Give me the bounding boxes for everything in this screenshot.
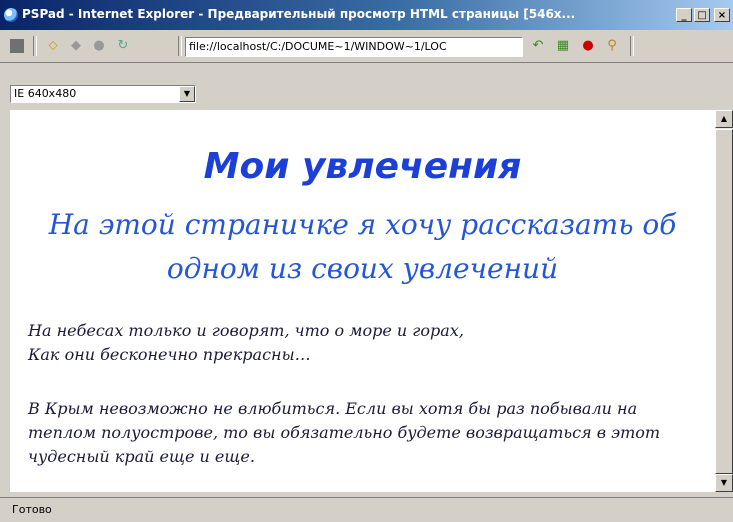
back-icon[interactable]: ⬦ — [45, 38, 61, 54]
viewport-select-value: IE 640x480 — [14, 87, 77, 100]
address-field[interactable]: file://localhost/C:/DOCUME~1/WINDOW~1/LO… — [185, 37, 523, 57]
page-subheading: На этой страничке я хочу рассказать об о… — [48, 208, 677, 285]
app-icon — [4, 8, 18, 22]
stop-square-icon[interactable] — [10, 39, 24, 53]
scroll-up-button[interactable]: ▲ — [715, 110, 733, 128]
paragraph-1-line-1: На небесах только и говорят, что о море … — [28, 321, 464, 340]
go-icon[interactable]: ↶ — [530, 38, 546, 54]
close-button[interactable]: × — [714, 8, 730, 22]
search-icon[interactable]: ⚲ — [604, 38, 620, 54]
scroll-down-button[interactable]: ▼ — [715, 474, 733, 492]
stop-icon[interactable]: ● — [91, 38, 107, 54]
grid-icon[interactable]: ▦ — [555, 38, 571, 54]
page-heading: Мои увлечения — [203, 146, 522, 187]
window-title: PSPad - Internet Explorer - Предваритель… — [22, 7, 576, 21]
chevron-down-icon[interactable]: ▼ — [179, 86, 195, 102]
refresh-icon[interactable]: ↻ — [115, 38, 131, 54]
vertical-scrollbar[interactable]: ▲ ▼ — [715, 110, 733, 492]
status-bar: Готово — [0, 497, 733, 522]
toolbar-separator — [33, 36, 37, 56]
paragraph-2: В Крым невозможно не влюбиться. Если вы … — [28, 399, 661, 466]
status-text: Готово — [12, 503, 52, 516]
maximize-button[interactable]: □ — [694, 8, 710, 22]
title-bar: PSPad - Internet Explorer - Предваритель… — [0, 0, 733, 30]
viewport-select[interactable]: IE 640x480 ▼ — [10, 85, 196, 103]
toolbar-separator — [630, 36, 634, 56]
preview-page: Мои увлечения На этой страничке я хочу р… — [10, 110, 715, 492]
paragraph-1-line-2: Как они бесконечно прекрасны… — [28, 345, 311, 364]
scroll-thumb[interactable] — [715, 129, 733, 474]
minimize-button[interactable]: _ — [676, 8, 692, 22]
error-icon[interactable]: ● — [580, 38, 596, 54]
toolbar-separator — [178, 36, 182, 56]
forward-icon[interactable]: ◆ — [68, 38, 84, 54]
